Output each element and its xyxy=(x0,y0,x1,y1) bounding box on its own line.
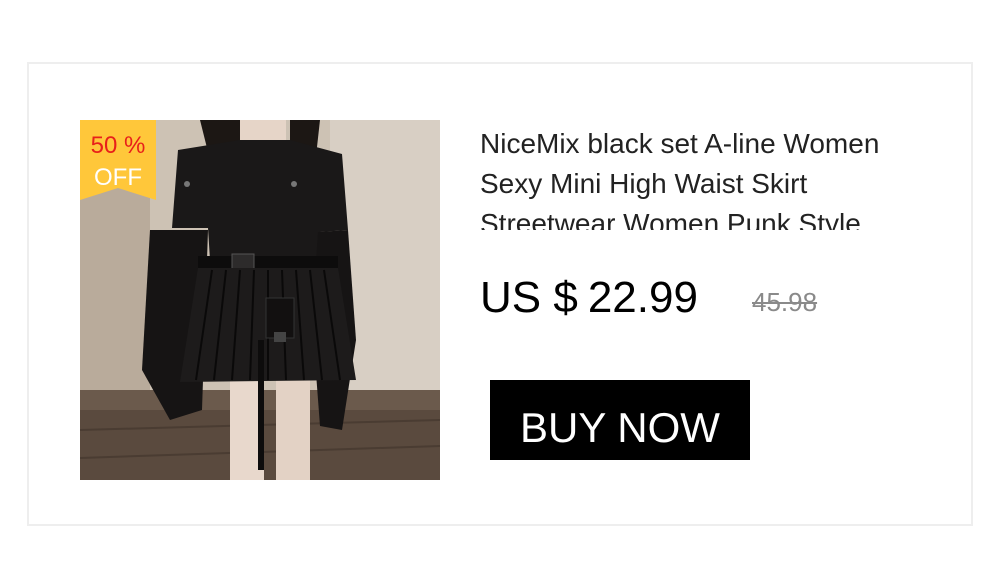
price-amount: 22.99 xyxy=(587,273,698,322)
original-price: 45.98 xyxy=(752,287,818,317)
discount-badge: 50 % OFF xyxy=(80,120,156,200)
current-price: US $22.99 xyxy=(480,270,698,326)
discount-percent: 50 % xyxy=(90,132,146,159)
product-title[interactable]: NiceMix black set A-line Women Sexy Mini… xyxy=(480,124,940,230)
discount-off-label: OFF xyxy=(94,164,142,191)
buy-now-button[interactable]: BUY NOW xyxy=(490,380,750,460)
price-currency: US $ xyxy=(480,273,578,322)
